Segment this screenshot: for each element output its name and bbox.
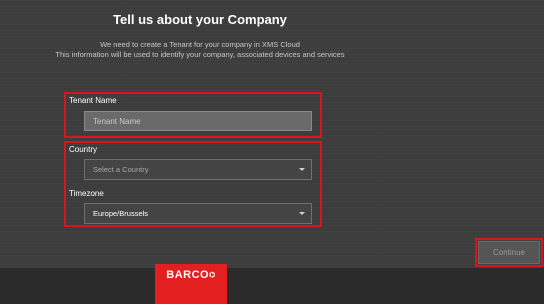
tenant-name-label: Tenant Name [69,96,117,105]
page-title: Tell us about your Company [113,12,287,27]
chevron-down-icon [299,168,305,171]
country-select[interactable]: Select a Country [84,159,312,180]
country-select-value: Select a Country [93,165,149,174]
subtitle-line-1: We need to create a Tenant for your comp… [100,40,300,49]
barco-logo: BARCO⌬ [155,264,227,304]
country-label: Country [69,145,98,154]
logo-mark-icon: ⌬ [209,272,216,279]
continue-button[interactable]: Continue [478,241,540,264]
timezone-select-value: Europe/Brussels [93,209,149,218]
footer-bar [0,268,544,304]
timezone-select[interactable]: Europe/Brussels [84,203,312,224]
chevron-down-icon [299,212,305,215]
subtitle-line-2: This information will be used to identif… [55,50,345,59]
tenant-name-input[interactable] [84,111,312,131]
logo-text: BARCO [166,269,210,281]
main-panel: Tell us about your Company We need to cr… [0,0,544,268]
timezone-label: Timezone [69,189,104,198]
